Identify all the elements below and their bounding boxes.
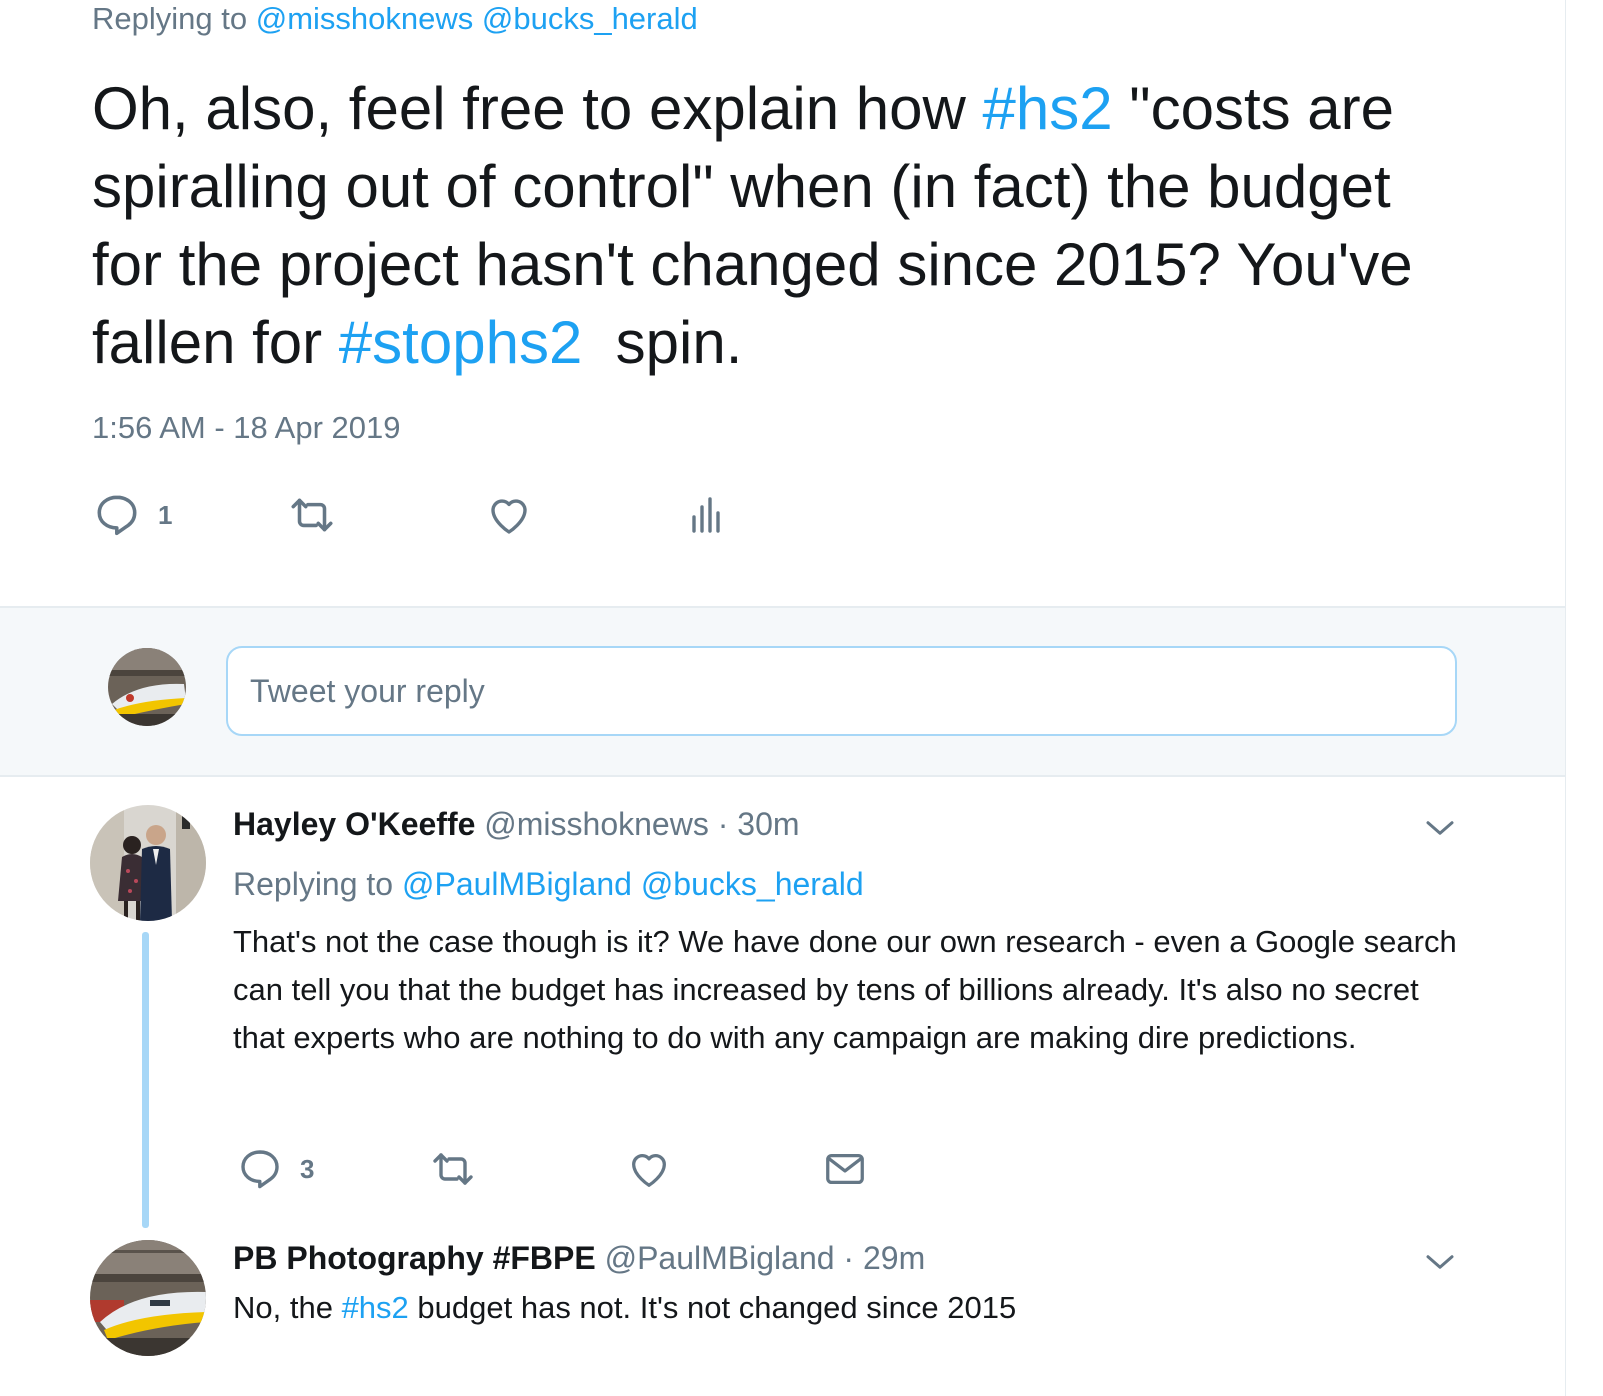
retweet-button[interactable] — [287, 490, 337, 540]
reply-time[interactable]: 29m — [863, 1240, 925, 1276]
display-name[interactable]: Hayley O'Keeffe — [233, 806, 475, 842]
tweet-text-part: spin. — [582, 309, 743, 376]
more-menu-button[interactable] — [1422, 810, 1458, 851]
chevron-down-icon — [1422, 1255, 1458, 1284]
reply-input[interactable] — [226, 646, 1457, 736]
tweet-text-part: Oh, also, feel free to explain how — [92, 75, 983, 142]
reply-text-part: budget has not. It's not changed since 2… — [408, 1290, 1017, 1325]
reply-time[interactable]: 30m — [737, 806, 799, 842]
reply-button[interactable]: 1 — [92, 490, 172, 540]
retweet-icon — [429, 1145, 477, 1193]
mention-link[interactable]: @misshoknews — [256, 1, 474, 36]
reply-icon — [236, 1145, 284, 1193]
avatar[interactable] — [90, 805, 206, 921]
direct-message-button[interactable] — [822, 1144, 868, 1194]
retweet-icon — [287, 490, 337, 540]
replying-to-line: Replying to @PaulMBigland @bucks_herald — [233, 864, 864, 904]
mention-link[interactable]: @bucks_herald — [482, 1, 698, 36]
separator: · — [708, 806, 738, 842]
display-name[interactable]: PB Photography #FBPE — [233, 1240, 596, 1276]
user-handle[interactable]: @misshoknews — [484, 806, 709, 842]
more-menu-button[interactable] — [1422, 1244, 1458, 1285]
mention-link[interactable]: @bucks_herald — [641, 866, 864, 902]
reply-button[interactable]: 3 — [236, 1144, 314, 1194]
separator: · — [834, 1240, 863, 1276]
replying-to-line: Replying to @misshoknews @bucks_herald — [92, 0, 698, 38]
hashtag-link[interactable]: #hs2 — [983, 75, 1113, 142]
like-button[interactable] — [626, 1144, 672, 1194]
mention-link[interactable]: @PaulMBigland — [402, 866, 632, 902]
reply-count: 1 — [158, 499, 173, 530]
retweet-button[interactable] — [429, 1144, 477, 1194]
reply-text: That's not the case though is it? We hav… — [233, 924, 1457, 1055]
heart-icon — [626, 1146, 672, 1192]
tweet-timestamp[interactable]: 1:56 AM - 18 Apr 2019 — [92, 408, 401, 448]
reply-composer — [0, 606, 1603, 777]
reply-text-part: No, the — [233, 1290, 342, 1325]
chevron-down-icon — [1422, 821, 1458, 850]
replying-prefix: Replying to — [92, 1, 248, 36]
reply-header: Hayley O'Keeffe @misshoknews · 30m — [233, 804, 800, 844]
reply-icon — [92, 490, 142, 540]
user-handle[interactable]: @PaulMBigland — [605, 1240, 835, 1276]
analytics-button[interactable] — [682, 490, 730, 540]
window-edge — [1565, 0, 1603, 1396]
reply-count: 3 — [300, 1153, 315, 1184]
thread-line — [142, 932, 149, 1228]
analytics-icon — [682, 491, 730, 539]
tweet-text: Oh, also, feel free to explain how #hs2 … — [92, 70, 1472, 382]
replying-prefix: Replying to — [233, 866, 394, 902]
mail-icon — [822, 1146, 868, 1192]
heart-icon — [485, 491, 533, 539]
hashtag-link[interactable]: #stophs2 — [339, 309, 583, 376]
hashtag-link[interactable]: #hs2 — [342, 1290, 409, 1325]
like-button[interactable] — [485, 490, 533, 540]
reply-text: No, the #hs2 budget has not. It's not ch… — [233, 1284, 1016, 1332]
avatar[interactable] — [108, 648, 186, 726]
reply-header: PB Photography #FBPE @PaulMBigland · 29m — [233, 1238, 925, 1278]
avatar[interactable] — [90, 1240, 206, 1356]
